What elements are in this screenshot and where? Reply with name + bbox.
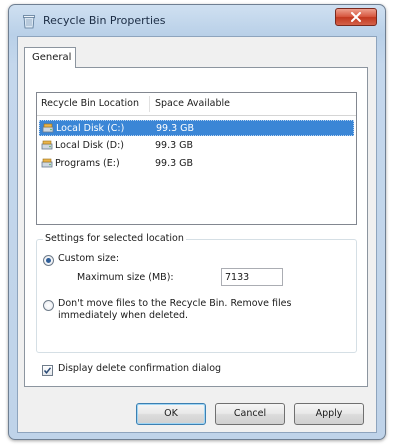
drive-icon <box>41 158 53 168</box>
space-available: 99.3 GB <box>155 140 194 151</box>
close-button[interactable] <box>335 8 377 26</box>
confirm-delete-label[interactable]: Display delete confirmation dialog <box>58 363 221 374</box>
properties-window: Recycle Bin Properties General Recycle B… <box>8 4 386 440</box>
recycle-bin-icon <box>23 15 35 29</box>
drive-icon <box>42 123 54 133</box>
dont-move-label[interactable]: Don't move files to the Recycle Bin. Rem… <box>58 298 291 322</box>
dialog-client-area: General Recycle Bin Location Space Avail… <box>17 36 377 433</box>
list-header: Recycle Bin Location Space Available <box>37 93 356 116</box>
list-item[interactable]: Programs (E:) 99.3 GB <box>39 156 354 172</box>
location-name: Programs (E:) <box>55 158 120 169</box>
column-header-space[interactable]: Space Available <box>155 93 230 115</box>
location-name: Local Disk (D:) <box>55 140 124 151</box>
tab-general[interactable]: General <box>24 47 76 68</box>
tab-page-general: Recycle Bin Location Space Available Loc… <box>24 67 368 387</box>
dont-move-label-line2: immediately when deleted. <box>58 310 188 321</box>
ok-button[interactable]: OK <box>136 403 206 425</box>
list-item[interactable]: Local Disk (D:) 99.3 GB <box>39 138 354 154</box>
list-item[interactable]: Local Disk (C:) 99.3 GB <box>39 120 354 136</box>
close-icon <box>351 12 361 22</box>
title-bar[interactable]: Recycle Bin Properties <box>9 5 385 35</box>
max-size-input[interactable] <box>221 268 283 286</box>
cancel-button[interactable]: Cancel <box>215 403 285 425</box>
location-name: Local Disk (C:) <box>56 123 125 134</box>
checkmark-icon <box>43 367 52 374</box>
custom-size-label[interactable]: Custom size: <box>58 253 119 264</box>
group-title: Settings for selected location <box>43 233 186 244</box>
custom-size-radio[interactable] <box>43 255 54 266</box>
window-title: Recycle Bin Properties <box>43 14 166 27</box>
location-list[interactable]: Recycle Bin Location Space Available Loc… <box>36 92 357 225</box>
space-available: 99.3 GB <box>156 123 195 134</box>
confirm-delete-checkbox[interactable] <box>42 365 53 376</box>
settings-group: Settings for selected location Custom si… <box>36 233 357 353</box>
drive-icon <box>41 140 53 150</box>
space-available: 99.3 GB <box>155 158 194 169</box>
max-size-label: Maximum size (MB): <box>77 272 174 283</box>
dont-move-label-line1: Don't move files to the Recycle Bin. Rem… <box>58 298 292 309</box>
apply-button[interactable]: Apply <box>294 403 364 425</box>
column-header-location[interactable]: Recycle Bin Location <box>41 93 139 115</box>
dont-move-radio[interactable] <box>43 300 54 311</box>
column-divider[interactable] <box>149 96 150 112</box>
